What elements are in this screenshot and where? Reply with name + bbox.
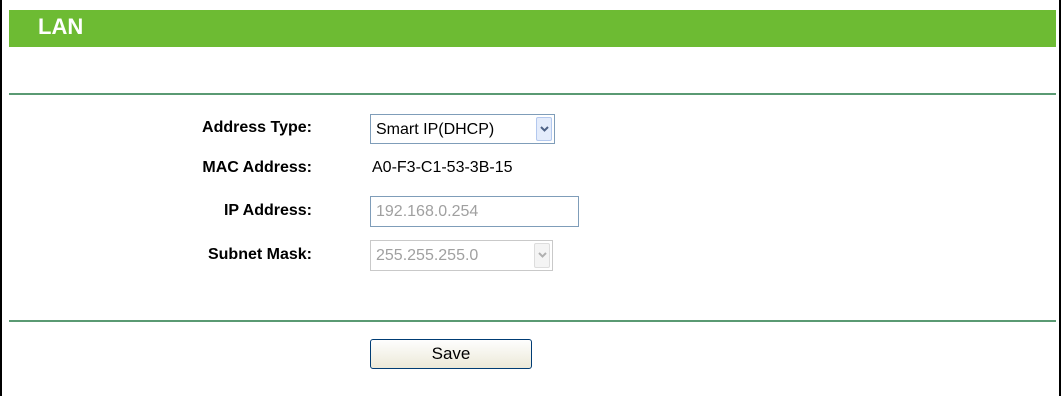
address-type-dropdown-button[interactable] bbox=[536, 117, 552, 141]
ip-address-field[interactable] bbox=[370, 196, 579, 227]
ip-address-label: IP Address: bbox=[223, 202, 312, 219]
address-type-select[interactable]: Smart IP(DHCP) bbox=[370, 114, 555, 144]
mac-address-value: A0-F3-C1-53-3B-15 bbox=[372, 159, 513, 176]
top-divider bbox=[9, 93, 1056, 95]
chevron-down-icon bbox=[538, 252, 547, 258]
mac-address-label: MAC Address: bbox=[202, 159, 312, 176]
subnet-mask-dropdown-button[interactable] bbox=[534, 243, 550, 268]
subnet-mask-label: Subnet Mask: bbox=[207, 246, 312, 263]
subnet-mask-select[interactable]: 255.255.255.0 bbox=[370, 240, 553, 271]
address-type-selected-value: Smart IP(DHCP) bbox=[376, 121, 495, 138]
chevron-down-icon bbox=[540, 126, 549, 132]
bottom-divider bbox=[9, 320, 1056, 322]
page-header: LAN bbox=[9, 10, 1056, 47]
subnet-mask-selected-value: 255.255.255.0 bbox=[376, 247, 479, 264]
address-type-label: Address Type: bbox=[202, 119, 312, 136]
save-button[interactable]: Save bbox=[370, 339, 532, 369]
page-title: LAN bbox=[38, 14, 84, 39]
page-frame: LAN Address Type: Smart IP(DHCP) MAC Add… bbox=[0, 0, 1061, 396]
